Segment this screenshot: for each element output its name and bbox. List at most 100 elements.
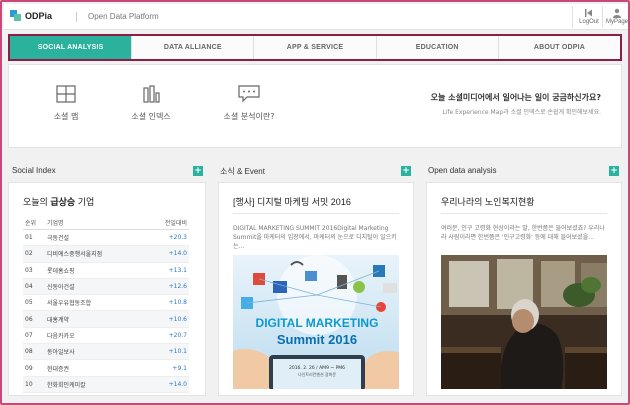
- logout-icon: [577, 8, 601, 19]
- news-event-card[interactable]: [행사] 디지털 마케팅 서밋 2016 DIGITAL MARKETING S…: [218, 182, 414, 396]
- table-header: 순위 기업명 전일대비: [23, 216, 189, 230]
- social-index-label: 소셜 인덱스: [131, 112, 171, 121]
- company-cell: 대홍계약: [47, 316, 70, 324]
- company-cell: 다음카카오: [47, 332, 75, 340]
- rank-cell: 04: [25, 283, 33, 291]
- news-card-text: DIGITAL MARKETING SUMMIT 2016Digital Mar…: [233, 225, 397, 250]
- change-cell: +14.0: [168, 380, 187, 388]
- table-row[interactable]: 05 서울우유협동조합 +10.8: [23, 295, 189, 312]
- summit-heading-1: DIGITAL MARKETING: [256, 316, 379, 330]
- open-data-card[interactable]: 우리나라의 노인복지현황 여러분, 인구 고령화 현상이라는 말, 한번쯤은 들…: [426, 182, 622, 396]
- logout-button[interactable]: LogOut: [577, 8, 601, 28]
- rank-header: 순위: [25, 220, 37, 227]
- mypage-button[interactable]: MyPage: [605, 8, 628, 28]
- elderly-man-image[interactable]: [441, 255, 607, 389]
- company-cell: 롯데홈쇼핑: [47, 267, 75, 275]
- company-cell: 신동아건설: [47, 284, 75, 292]
- rising-companies-table: 순위 기업명 전일대비 01 극동건설 +20.3 02 디비에스중행서울지점 +14.0…: [23, 216, 189, 393]
- header-separator: [76, 12, 77, 22]
- social-map-link[interactable]: 소셜 맵: [31, 85, 101, 122]
- change-header: 전일대비: [164, 220, 187, 227]
- change-cell: +14.0: [168, 250, 187, 258]
- mypage-label: MyPage: [605, 19, 628, 25]
- company-cell: 한화회인케미칼: [47, 381, 86, 389]
- nav-social-analysis[interactable]: SOCIAL ANALYSIS: [10, 36, 133, 59]
- table-row[interactable]: 06 대홍계약 +10.6: [23, 311, 189, 328]
- summit-venue: 나인트리컨벤션 광화문: [298, 371, 336, 377]
- company-cell: 서울우유협동조합: [47, 300, 92, 308]
- open-data-more-button[interactable]: +: [609, 166, 619, 176]
- social-index-more-button[interactable]: +: [193, 166, 203, 176]
- company-header: 기업명: [47, 220, 64, 227]
- top-header: ODPia Open Data Platform LogOut MyPage: [4, 4, 628, 30]
- nav-education[interactable]: EDUCATION: [376, 36, 499, 59]
- table-row[interactable]: 09 현대증권 +9.1: [23, 360, 189, 377]
- social-analysis-panel: 소셜 맵 소셜 인덱스 소셜 분석이란? 오늘 소셜미디어에서 일어나는 일이 …: [8, 64, 622, 148]
- rank-cell: 07: [25, 331, 33, 339]
- header-divider: [602, 6, 603, 28]
- company-cell: 극동건설: [47, 235, 70, 243]
- change-cell: +13.1: [168, 266, 187, 274]
- company-cell: 디비에스중행서울지점: [47, 251, 103, 259]
- social-map-label: 소셜 맵: [53, 112, 79, 121]
- social-analysis-label: 소셜 분석이란?: [223, 112, 275, 121]
- table-row[interactable]: 10 한화회인케미칼 +14.0: [23, 376, 189, 393]
- nav-data-alliance[interactable]: DATA ALLIANCE: [132, 36, 255, 59]
- title-suffix: 기업: [75, 197, 95, 207]
- platform-subtitle: Open Data Platform: [88, 12, 159, 21]
- open-data-heading: Open data analysis: [428, 166, 497, 175]
- open-data-card-text: 여러분, 인구 고령화 현상이라는 말, 한번쯤은 들어보셨죠? 우리나라 사람…: [441, 225, 605, 241]
- social-index-link[interactable]: 소셜 인덱스: [116, 85, 186, 122]
- rank-cell: 10: [25, 380, 33, 388]
- social-index-card: 오늘의 급상승 기업 순위 기업명 전일대비 01 극동건설 +20.3 02 디비에스…: [8, 182, 206, 396]
- change-cell: +12.6: [168, 283, 187, 291]
- company-cell: 현대증권: [47, 365, 70, 373]
- summit-heading-2: Summit 2016: [277, 332, 357, 347]
- change-cell: +9.1: [172, 364, 187, 372]
- table-row[interactable]: 03 롯데홈쇼핑 +13.1: [23, 263, 189, 279]
- rank-cell: 08: [25, 348, 33, 356]
- card-divider: [233, 213, 399, 214]
- change-cell: +10.8: [168, 299, 187, 307]
- logout-label: LogOut: [579, 19, 599, 25]
- rank-cell: 05: [25, 299, 33, 307]
- open-data-card-title[interactable]: 우리나라의 노인복지현황: [441, 195, 535, 208]
- change-cell: +10.6: [168, 315, 187, 323]
- nav-about-odpia[interactable]: ABOUT ODPIA: [498, 36, 621, 59]
- rank-cell: 09: [25, 364, 33, 372]
- table-row[interactable]: 02 디비에스중행서울지점 +14.0: [23, 246, 189, 263]
- logo-text: ODPia: [25, 10, 53, 21]
- promo-title: 오늘 소셜미디어에서 일어나는 일이 궁금하신가요?: [430, 93, 601, 102]
- table-row[interactable]: 01 극동건설 +20.3: [23, 230, 189, 247]
- social-analysis-icon: [238, 85, 260, 103]
- digital-marketing-summit-image[interactable]: DIGITAL MARKETING Summit 2016 2016. 2. 2…: [233, 255, 399, 389]
- news-event-more-button[interactable]: +: [401, 166, 411, 176]
- table-row[interactable]: 08 동아일보사 +10.1: [23, 344, 189, 361]
- change-cell: +10.1: [168, 348, 187, 356]
- card-divider: [441, 213, 607, 214]
- main-nav: SOCIAL ANALYSIS DATA ALLIANCE APP & SERV…: [8, 34, 622, 61]
- table-row[interactable]: 04 신동아건설 +12.6: [23, 278, 189, 296]
- table-row[interactable]: 07 다음카카오 +20.7: [23, 328, 189, 345]
- title-prefix: 오늘의: [23, 197, 51, 207]
- summit-date: 2016. 2. 26 / AM9 ~ PM6: [289, 365, 345, 371]
- title-bold: 급상승: [50, 197, 76, 207]
- news-card-title[interactable]: [행사] 디지털 마케팅 서밋 2016: [233, 195, 351, 208]
- user-icon: [605, 8, 628, 19]
- nav-app-service[interactable]: APP & SERVICE: [254, 36, 377, 59]
- app-frame: ODPia Open Data Platform LogOut MyPage S…: [0, 0, 630, 405]
- rank-cell: 02: [25, 250, 33, 258]
- logo[interactable]: ODPia: [10, 10, 52, 21]
- social-analysis-info-link[interactable]: 소셜 분석이란?: [214, 85, 284, 122]
- social-index-card-title: 오늘의 급상승 기업: [23, 195, 94, 208]
- logo-mark-icon: [10, 10, 21, 21]
- company-cell: 동아일보사: [47, 349, 75, 357]
- rank-cell: 01: [25, 234, 33, 242]
- header-divider: [572, 6, 573, 28]
- news-event-heading: 소식 & Event: [220, 167, 265, 176]
- change-cell: +20.7: [168, 331, 187, 339]
- rank-cell: 06: [25, 315, 33, 323]
- promo-subtitle: Life Experience Map과 소셜 인덱스로 손쉽게 확인해보세요.: [442, 109, 601, 116]
- social-map-icon: [56, 85, 76, 103]
- social-index-icon: [143, 85, 160, 103]
